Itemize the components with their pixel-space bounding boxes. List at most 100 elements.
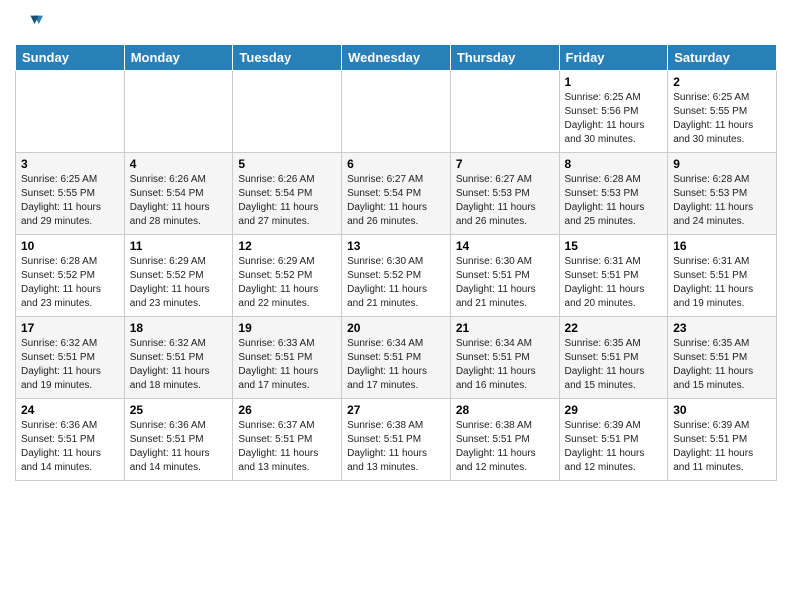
day-info: Sunrise: 6:26 AM Sunset: 5:54 PM Dayligh… [130, 173, 228, 229]
calendar-cell-1-5: 8 Sunrise: 6:28 AM Sunset: 5:53 PM Daylig… [559, 153, 668, 235]
header-row-days: SundayMondayTuesdayWednesdayThursdayFrid… [16, 45, 777, 71]
calendar-cell-2-1: 11 Sunrise: 6:29 AM Sunset: 5:52 PM Dayli… [124, 235, 233, 317]
calendar-cell-0-6: 2 Sunrise: 6:25 AM Sunset: 5:55 PM Daylig… [668, 71, 777, 153]
day-number: 15 [565, 239, 663, 253]
day-info: Sunrise: 6:33 AM Sunset: 5:51 PM Dayligh… [238, 337, 336, 393]
day-info: Sunrise: 6:38 AM Sunset: 5:51 PM Dayligh… [347, 419, 445, 475]
day-number: 16 [673, 239, 771, 253]
day-number: 30 [673, 403, 771, 417]
day-number: 8 [565, 157, 663, 171]
calendar-cell-4-4: 28 Sunrise: 6:38 AM Sunset: 5:51 PM Dayli… [450, 399, 559, 481]
day-number: 6 [347, 157, 445, 171]
day-number: 25 [130, 403, 228, 417]
day-info: Sunrise: 6:28 AM Sunset: 5:53 PM Dayligh… [565, 173, 663, 229]
day-number: 28 [456, 403, 554, 417]
calendar-cell-0-3 [342, 71, 451, 153]
day-number: 2 [673, 75, 771, 89]
day-info: Sunrise: 6:28 AM Sunset: 5:53 PM Dayligh… [673, 173, 771, 229]
day-info: Sunrise: 6:35 AM Sunset: 5:51 PM Dayligh… [673, 337, 771, 393]
calendar-cell-3-6: 23 Sunrise: 6:35 AM Sunset: 5:51 PM Dayli… [668, 317, 777, 399]
calendar-cell-1-4: 7 Sunrise: 6:27 AM Sunset: 5:53 PM Daylig… [450, 153, 559, 235]
logo-icon [15, 10, 43, 38]
day-number: 23 [673, 321, 771, 335]
header-day-sunday: Sunday [16, 45, 125, 71]
calendar-cell-1-0: 3Sunrise: 6:25 AM Sunset: 5:55 PM Daylig… [16, 153, 125, 235]
calendar-cell-0-4 [450, 71, 559, 153]
day-number: 12 [238, 239, 336, 253]
calendar-cell-2-6: 16 Sunrise: 6:31 AM Sunset: 5:51 PM Dayli… [668, 235, 777, 317]
day-number: 11 [130, 239, 228, 253]
calendar-cell-4-3: 27 Sunrise: 6:38 AM Sunset: 5:51 PM Dayli… [342, 399, 451, 481]
day-number: 5 [238, 157, 336, 171]
calendar-cell-4-0: 24Sunrise: 6:36 AM Sunset: 5:51 PM Dayli… [16, 399, 125, 481]
calendar-cell-3-4: 21 Sunrise: 6:34 AM Sunset: 5:51 PM Dayli… [450, 317, 559, 399]
day-number: 9 [673, 157, 771, 171]
day-number: 29 [565, 403, 663, 417]
day-number: 26 [238, 403, 336, 417]
day-info: Sunrise: 6:25 AM Sunset: 5:55 PM Dayligh… [673, 91, 771, 147]
day-number: 27 [347, 403, 445, 417]
calendar-cell-3-3: 20 Sunrise: 6:34 AM Sunset: 5:51 PM Dayli… [342, 317, 451, 399]
calendar-cell-3-2: 19Sunrise: 6:33 AM Sunset: 5:51 PM Dayli… [233, 317, 342, 399]
day-number: 17 [21, 321, 119, 335]
day-info: Sunrise: 6:26 AM Sunset: 5:54 PM Dayligh… [238, 173, 336, 229]
day-info: Sunrise: 6:38 AM Sunset: 5:51 PM Dayligh… [456, 419, 554, 475]
week-row-0: 1 Sunrise: 6:25 AM Sunset: 5:56 PM Daylig… [16, 71, 777, 153]
day-info: Sunrise: 6:34 AM Sunset: 5:51 PM Dayligh… [456, 337, 554, 393]
calendar-cell-1-3: 6 Sunrise: 6:27 AM Sunset: 5:54 PM Daylig… [342, 153, 451, 235]
day-info: Sunrise: 6:31 AM Sunset: 5:51 PM Dayligh… [565, 255, 663, 311]
week-row-3: 17 Sunrise: 6:32 AM Sunset: 5:51 PM Dayli… [16, 317, 777, 399]
calendar-header: SundayMondayTuesdayWednesdayThursdayFrid… [16, 45, 777, 71]
day-info: Sunrise: 6:35 AM Sunset: 5:51 PM Dayligh… [565, 337, 663, 393]
day-info: Sunrise: 6:32 AM Sunset: 5:51 PM Dayligh… [21, 337, 119, 393]
day-info: Sunrise: 6:32 AM Sunset: 5:51 PM Dayligh… [130, 337, 228, 393]
calendar-cell-2-4: 14 Sunrise: 6:30 AM Sunset: 5:51 PM Dayli… [450, 235, 559, 317]
day-info: Sunrise: 6:31 AM Sunset: 5:51 PM Dayligh… [673, 255, 771, 311]
calendar-cell-3-0: 17 Sunrise: 6:32 AM Sunset: 5:51 PM Dayli… [16, 317, 125, 399]
calendar-cell-4-2: 26 Sunrise: 6:37 AM Sunset: 5:51 PM Dayli… [233, 399, 342, 481]
day-number: 7 [456, 157, 554, 171]
calendar-cell-2-3: 13 Sunrise: 6:30 AM Sunset: 5:52 PM Dayli… [342, 235, 451, 317]
calendar-cell-0-1 [124, 71, 233, 153]
header-day-thursday: Thursday [450, 45, 559, 71]
header-row [15, 10, 777, 38]
day-info: Sunrise: 6:30 AM Sunset: 5:51 PM Dayligh… [456, 255, 554, 311]
calendar-cell-3-1: 18 Sunrise: 6:32 AM Sunset: 5:51 PM Dayli… [124, 317, 233, 399]
calendar-cell-4-5: 29 Sunrise: 6:39 AM Sunset: 5:51 PM Dayli… [559, 399, 668, 481]
day-info: Sunrise: 6:25 AM Sunset: 5:56 PM Dayligh… [565, 91, 663, 147]
logo [15, 10, 47, 38]
day-number: 24 [21, 403, 119, 417]
calendar-cell-0-2 [233, 71, 342, 153]
day-info: Sunrise: 6:37 AM Sunset: 5:51 PM Dayligh… [238, 419, 336, 475]
day-info: Sunrise: 6:39 AM Sunset: 5:51 PM Dayligh… [565, 419, 663, 475]
calendar-cell-1-2: 5 Sunrise: 6:26 AM Sunset: 5:54 PM Daylig… [233, 153, 342, 235]
day-info: Sunrise: 6:34 AM Sunset: 5:51 PM Dayligh… [347, 337, 445, 393]
calendar-cell-0-5: 1 Sunrise: 6:25 AM Sunset: 5:56 PM Daylig… [559, 71, 668, 153]
day-number: 3 [21, 157, 119, 171]
header-day-friday: Friday [559, 45, 668, 71]
calendar-cell-1-6: 9 Sunrise: 6:28 AM Sunset: 5:53 PM Daylig… [668, 153, 777, 235]
day-info: Sunrise: 6:29 AM Sunset: 5:52 PM Dayligh… [238, 255, 336, 311]
day-number: 13 [347, 239, 445, 253]
week-row-1: 3Sunrise: 6:25 AM Sunset: 5:55 PM Daylig… [16, 153, 777, 235]
day-number: 14 [456, 239, 554, 253]
day-info: Sunrise: 6:30 AM Sunset: 5:52 PM Dayligh… [347, 255, 445, 311]
day-info: Sunrise: 6:29 AM Sunset: 5:52 PM Dayligh… [130, 255, 228, 311]
header-day-saturday: Saturday [668, 45, 777, 71]
day-number: 18 [130, 321, 228, 335]
calendar-cell-2-2: 12 Sunrise: 6:29 AM Sunset: 5:52 PM Dayli… [233, 235, 342, 317]
calendar-cell-0-0 [16, 71, 125, 153]
day-info: Sunrise: 6:27 AM Sunset: 5:54 PM Dayligh… [347, 173, 445, 229]
day-info: Sunrise: 6:28 AM Sunset: 5:52 PM Dayligh… [21, 255, 119, 311]
calendar-cell-2-5: 15 Sunrise: 6:31 AM Sunset: 5:51 PM Dayli… [559, 235, 668, 317]
calendar-table: SundayMondayTuesdayWednesdayThursdayFrid… [15, 44, 777, 481]
day-number: 1 [565, 75, 663, 89]
header-day-monday: Monday [124, 45, 233, 71]
day-number: 4 [130, 157, 228, 171]
day-info: Sunrise: 6:27 AM Sunset: 5:53 PM Dayligh… [456, 173, 554, 229]
day-number: 20 [347, 321, 445, 335]
day-number: 22 [565, 321, 663, 335]
calendar-cell-4-1: 25Sunrise: 6:36 AM Sunset: 5:51 PM Dayli… [124, 399, 233, 481]
calendar-cell-1-1: 4 Sunrise: 6:26 AM Sunset: 5:54 PM Daylig… [124, 153, 233, 235]
day-number: 21 [456, 321, 554, 335]
